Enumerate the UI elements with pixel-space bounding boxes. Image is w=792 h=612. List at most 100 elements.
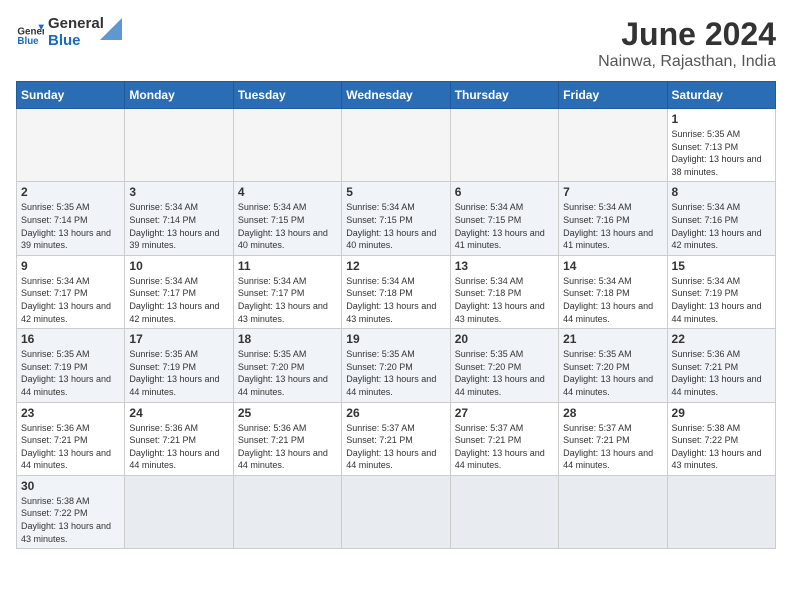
day-info: Sunrise: 5:35 AMSunset: 7:19 PMDaylight:… <box>129 348 228 398</box>
calendar-day-cell: 8 Sunrise: 5:34 AMSunset: 7:16 PMDaylight… <box>667 182 775 255</box>
day-number: 9 <box>21 259 120 273</box>
day-info: Sunrise: 5:34 AMSunset: 7:16 PMDaylight:… <box>672 201 771 251</box>
day-number: 24 <box>129 406 228 420</box>
day-number: 2 <box>21 185 120 199</box>
day-number: 29 <box>672 406 771 420</box>
day-number: 13 <box>455 259 554 273</box>
day-info: Sunrise: 5:36 AMSunset: 7:21 PMDaylight:… <box>672 348 771 398</box>
day-number: 21 <box>563 332 662 346</box>
day-info: Sunrise: 5:34 AMSunset: 7:18 PMDaylight:… <box>563 275 662 325</box>
day-info: Sunrise: 5:35 AMSunset: 7:14 PMDaylight:… <box>21 201 120 251</box>
calendar-day-cell: 27 Sunrise: 5:37 AMSunset: 7:21 PMDayligh… <box>450 402 558 475</box>
day-info: Sunrise: 5:34 AMSunset: 7:15 PMDaylight:… <box>238 201 337 251</box>
title-area: June 2024 Nainwa, Rajasthan, India <box>598 16 776 71</box>
calendar-day-cell <box>559 475 667 548</box>
day-number: 6 <box>455 185 554 199</box>
calendar-day-cell: 22Sunrise: 5:36 AMSunset: 7:21 PMDayligh… <box>667 329 775 402</box>
day-info: Sunrise: 5:35 AMSunset: 7:20 PMDaylight:… <box>346 348 445 398</box>
calendar-day-cell: 5Sunrise: 5:34 AMSunset: 7:15 PMDaylight… <box>342 182 450 255</box>
day-number: 16 <box>21 332 120 346</box>
logo-blue: Blue <box>48 32 81 49</box>
day-number: 8 <box>672 185 771 199</box>
weekday-header-saturday: Saturday <box>667 82 775 109</box>
calendar-day-cell <box>559 109 667 182</box>
calendar-day-cell: 1Sunrise: 5:35 AMSunset: 7:13 PMDaylight… <box>667 109 775 182</box>
day-number: 3 <box>129 185 228 199</box>
calendar-week-row: 9 Sunrise: 5:34 AMSunset: 7:17 PMDaylight… <box>17 255 776 328</box>
day-info: Sunrise: 5:37 AMSunset: 7:21 PMDaylight:… <box>563 422 662 472</box>
day-number: 4 <box>238 185 337 199</box>
day-number: 20 <box>455 332 554 346</box>
calendar-day-cell: 15Sunrise: 5:34 AMSunset: 7:19 PMDayligh… <box>667 255 775 328</box>
calendar-day-cell: 17 Sunrise: 5:35 AMSunset: 7:19 PMDayligh… <box>125 329 233 402</box>
day-info: Sunrise: 5:34 AMSunset: 7:15 PMDaylight:… <box>346 201 445 251</box>
day-info: Sunrise: 5:34 AMSunset: 7:18 PMDaylight:… <box>346 275 445 325</box>
weekday-header-sunday: Sunday <box>17 82 125 109</box>
calendar-day-cell: 6 Sunrise: 5:34 AMSunset: 7:15 PMDaylight… <box>450 182 558 255</box>
day-info: Sunrise: 5:35 AMSunset: 7:13 PMDaylight:… <box>672 128 771 178</box>
calendar-week-row: 16 Sunrise: 5:35 AMSunset: 7:19 PMDayligh… <box>17 329 776 402</box>
day-info: Sunrise: 5:35 AMSunset: 7:20 PMDaylight:… <box>563 348 662 398</box>
calendar-table: SundayMondayTuesdayWednesdayThursdayFrid… <box>16 81 776 549</box>
calendar-day-cell <box>17 109 125 182</box>
calendar-day-cell <box>125 109 233 182</box>
logo: General Blue General Blue <box>16 16 122 49</box>
calendar-day-cell: 24 Sunrise: 5:36 AMSunset: 7:21 PMDayligh… <box>125 402 233 475</box>
calendar-day-cell <box>450 475 558 548</box>
day-number: 25 <box>238 406 337 420</box>
day-info: Sunrise: 5:34 AMSunset: 7:18 PMDaylight:… <box>455 275 554 325</box>
calendar-day-cell: 29 Sunrise: 5:38 AMSunset: 7:22 PMDayligh… <box>667 402 775 475</box>
location-subtitle: Nainwa, Rajasthan, India <box>598 53 776 71</box>
day-info: Sunrise: 5:36 AMSunset: 7:21 PMDaylight:… <box>21 422 120 472</box>
calendar-day-cell: 20Sunrise: 5:35 AMSunset: 7:20 PMDayligh… <box>450 329 558 402</box>
calendar-day-cell: 10Sunrise: 5:34 AMSunset: 7:17 PMDayligh… <box>125 255 233 328</box>
calendar-day-cell <box>233 475 341 548</box>
day-number: 27 <box>455 406 554 420</box>
calendar-day-cell <box>450 109 558 182</box>
day-number: 17 <box>129 332 228 346</box>
month-title: June 2024 <box>598 16 776 53</box>
weekday-header-thursday: Thursday <box>450 82 558 109</box>
calendar-day-cell: 19 Sunrise: 5:35 AMSunset: 7:20 PMDayligh… <box>342 329 450 402</box>
svg-text:Blue: Blue <box>17 36 39 47</box>
day-info: Sunrise: 5:37 AMSunset: 7:21 PMDaylight:… <box>455 422 554 472</box>
day-info: Sunrise: 5:36 AMSunset: 7:21 PMDaylight:… <box>129 422 228 472</box>
day-number: 30 <box>21 479 120 493</box>
day-number: 28 <box>563 406 662 420</box>
calendar-day-cell: 13 Sunrise: 5:34 AMSunset: 7:18 PMDayligh… <box>450 255 558 328</box>
day-number: 26 <box>346 406 445 420</box>
logo-triangle-icon <box>100 18 122 40</box>
weekday-header-wednesday: Wednesday <box>342 82 450 109</box>
calendar-day-cell: 7 Sunrise: 5:34 AMSunset: 7:16 PMDaylight… <box>559 182 667 255</box>
calendar-day-cell: 12 Sunrise: 5:34 AMSunset: 7:18 PMDayligh… <box>342 255 450 328</box>
day-info: Sunrise: 5:34 AMSunset: 7:15 PMDaylight:… <box>455 201 554 251</box>
day-number: 19 <box>346 332 445 346</box>
day-info: Sunrise: 5:35 AMSunset: 7:20 PMDaylight:… <box>238 348 337 398</box>
page-header: General Blue General Blue June 2024 Nain… <box>16 16 776 71</box>
day-info: Sunrise: 5:34 AMSunset: 7:17 PMDaylight:… <box>129 275 228 325</box>
day-number: 14 <box>563 259 662 273</box>
day-number: 12 <box>346 259 445 273</box>
day-number: 18 <box>238 332 337 346</box>
day-number: 11 <box>238 259 337 273</box>
logo-general: General <box>48 15 104 32</box>
calendar-day-cell <box>667 475 775 548</box>
calendar-day-cell: 26Sunrise: 5:37 AMSunset: 7:21 PMDayligh… <box>342 402 450 475</box>
day-number: 7 <box>563 185 662 199</box>
calendar-week-row: 30Sunrise: 5:38 AMSunset: 7:22 PMDayligh… <box>17 475 776 548</box>
calendar-week-row: 2 Sunrise: 5:35 AMSunset: 7:14 PMDaylight… <box>17 182 776 255</box>
day-info: Sunrise: 5:34 AMSunset: 7:19 PMDaylight:… <box>672 275 771 325</box>
calendar-day-cell: 3 Sunrise: 5:34 AMSunset: 7:14 PMDaylight… <box>125 182 233 255</box>
calendar-day-cell: 11Sunrise: 5:34 AMSunset: 7:17 PMDayligh… <box>233 255 341 328</box>
calendar-day-cell: 4 Sunrise: 5:34 AMSunset: 7:15 PMDaylight… <box>233 182 341 255</box>
calendar-day-cell: 9 Sunrise: 5:34 AMSunset: 7:17 PMDaylight… <box>17 255 125 328</box>
day-info: Sunrise: 5:34 AMSunset: 7:17 PMDaylight:… <box>21 275 120 325</box>
day-info: Sunrise: 5:34 AMSunset: 7:14 PMDaylight:… <box>129 201 228 251</box>
calendar-day-cell <box>233 109 341 182</box>
calendar-day-cell: 30Sunrise: 5:38 AMSunset: 7:22 PMDayligh… <box>17 475 125 548</box>
calendar-day-cell <box>125 475 233 548</box>
day-info: Sunrise: 5:38 AMSunset: 7:22 PMDaylight:… <box>672 422 771 472</box>
calendar-day-cell <box>342 109 450 182</box>
weekday-header-monday: Monday <box>125 82 233 109</box>
day-info: Sunrise: 5:34 AMSunset: 7:16 PMDaylight:… <box>563 201 662 251</box>
